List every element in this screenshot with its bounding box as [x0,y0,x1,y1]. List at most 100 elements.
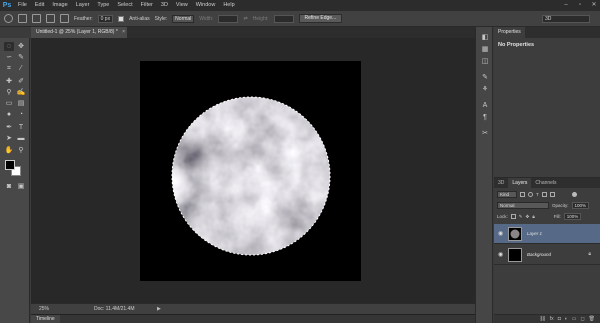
path-select-tool-icon[interactable]: ➤ [4,134,14,143]
history-brush-tool-icon[interactable]: ✍ [16,88,26,97]
height-label: Height: [252,15,269,22]
restore-button[interactable]: ▫ [576,1,584,9]
menu-file[interactable]: File [14,0,31,11]
brush-panel-icon[interactable]: ✎ [480,73,490,82]
feather-input[interactable]: 0 px [97,14,114,23]
layers-panel: 3D Layers Channels Kind T Normal Opacity… [494,177,600,323]
menu-window[interactable]: Window [192,0,220,11]
type-filter-icon[interactable]: T [536,192,539,197]
delete-layer-icon[interactable]: 🗑︎ [589,316,595,322]
tab-layers[interactable]: Layers [508,178,532,188]
swatches-panel-icon[interactable]: ▦ [480,45,490,54]
tab-3d[interactable]: 3D [494,178,508,188]
lock-transparent-icon[interactable] [510,214,516,219]
link-layers-icon[interactable]: ⛓ [539,316,545,322]
lock-all-icon[interactable]: 🔒︎ [532,214,534,219]
pixel-filter-icon[interactable] [520,192,525,197]
marquee-tool-icon[interactable]: ◌ [4,42,14,51]
shape-filter-icon[interactable] [541,192,547,197]
quick-mask-icon[interactable]: ◙ [4,182,14,191]
tab-properties[interactable]: Properties [494,27,525,38]
minimize-button[interactable]: – [562,1,570,9]
menu-select[interactable]: Select [113,0,136,11]
zoom-level[interactable]: 25% [39,306,49,312]
type-tool-icon[interactable]: T [16,123,26,132]
new-group-icon[interactable]: ▭ [572,316,577,322]
adjustment-layer-icon[interactable]: ◐ [565,316,568,322]
info-panel-icon[interactable]: ◫ [480,57,490,66]
layer-name[interactable]: Layer 1 [527,231,542,236]
status-menu-arrow-icon[interactable]: ▶ [157,306,161,312]
menu-help[interactable]: Help [219,0,238,11]
close-icon[interactable]: × [122,29,125,35]
menu-image[interactable]: Image [48,0,71,11]
add-mask-icon[interactable]: ◘ [558,316,561,322]
zoom-tool-icon[interactable]: ⚲ [16,146,26,155]
quick-select-tool-icon[interactable]: ✎ [16,53,26,62]
antialias-checkbox[interactable] [118,15,125,22]
menu-type[interactable]: Type [93,0,113,11]
layer-row[interactable]: ◉ Background 🔒︎ [494,245,600,265]
photoshop-logo: Ps [2,2,12,9]
clouds-circle-image [171,96,331,256]
kind-filter-select[interactable]: Kind [497,191,517,198]
document-tab[interactable]: Untitled-1 @ 25% (Layer 1, RGB/8) * × [31,27,127,38]
paragraph-panel-icon[interactable]: ¶ [480,113,490,122]
height-input [273,14,294,23]
elliptical-marquee-icon[interactable] [4,14,13,23]
close-button[interactable]: ✕ [590,1,598,9]
healing-brush-tool-icon[interactable]: ✚ [4,77,14,86]
move-tool-icon[interactable]: ✥ [16,42,26,51]
foreground-color-swatch[interactable] [5,160,15,170]
right-panels: Properties No Properties 3D Layers Chann… [494,27,600,323]
antialias-label: Anti-alias [129,15,150,22]
menu-filter[interactable]: Filter [137,0,157,11]
filter-toggle-icon[interactable] [571,192,577,197]
layer-name[interactable]: Background [527,252,551,257]
timeline-tab[interactable]: Timeline [31,315,60,323]
clone-source-panel-icon[interactable]: ⚘ [480,85,490,94]
fill-input[interactable]: 100% [563,213,582,220]
style-label: Style: [154,15,168,22]
adjustment-filter-icon[interactable] [528,192,533,197]
pen-tool-icon[interactable]: ✒ [4,123,14,132]
lock-image-icon[interactable]: ✎ [519,214,523,220]
hand-tool-icon[interactable]: ✋ [4,146,14,155]
opacity-input[interactable]: 100% [571,202,590,209]
brush-tool-icon[interactable]: ✐ [16,77,26,86]
clone-stamp-tool-icon[interactable]: ⚲ [4,88,14,97]
menu-view[interactable]: View [172,0,192,11]
screen-mode-icon[interactable]: ▣ [16,182,26,191]
dodge-tool-icon[interactable]: ◔ [16,110,26,119]
menu-edit[interactable]: Edit [31,0,48,11]
blend-mode-select[interactable]: Normal [497,202,549,209]
eyedropper-tool-icon[interactable]: ⁄ [16,64,26,73]
workspace-select[interactable]: 3D [542,15,590,23]
menu-layer[interactable]: Layer [72,0,94,11]
character-panel-icon[interactable]: A [480,101,490,110]
add-selection-icon[interactable] [32,14,41,23]
document-canvas[interactable] [140,61,361,281]
smart-object-filter-icon[interactable] [549,192,555,197]
lasso-tool-icon[interactable]: ∽ [4,53,14,62]
history-panel-icon[interactable]: ◧ [480,33,490,42]
subtract-selection-icon[interactable] [46,14,55,23]
layer-style-icon[interactable]: fx [550,316,554,322]
gradient-tool-icon[interactable]: ▤ [16,99,26,108]
style-select[interactable]: Normal [172,14,195,23]
layer-row[interactable]: ◉ Layer 1 [494,224,600,244]
new-layer-icon[interactable]: ◻ [580,316,584,322]
tab-channels[interactable]: Channels [531,178,560,188]
intersect-selection-icon[interactable] [60,14,69,23]
new-selection-icon[interactable] [18,14,27,23]
rectangle-tool-icon[interactable]: ▬ [16,134,26,143]
refine-edge-button[interactable]: Refine Edge... [298,14,343,23]
crop-tool-icon[interactable]: ⌗ [4,64,14,73]
lock-position-icon[interactable]: ✥ [526,214,530,220]
menu-3d[interactable]: 3D [157,0,172,11]
visibility-eye-icon[interactable]: ◉ [498,230,503,237]
blur-tool-icon[interactable]: ● [4,110,14,119]
eraser-tool-icon[interactable]: ▭ [4,99,14,108]
tool-presets-icon[interactable]: ✂ [480,129,490,138]
visibility-eye-icon[interactable]: ◉ [498,251,503,258]
